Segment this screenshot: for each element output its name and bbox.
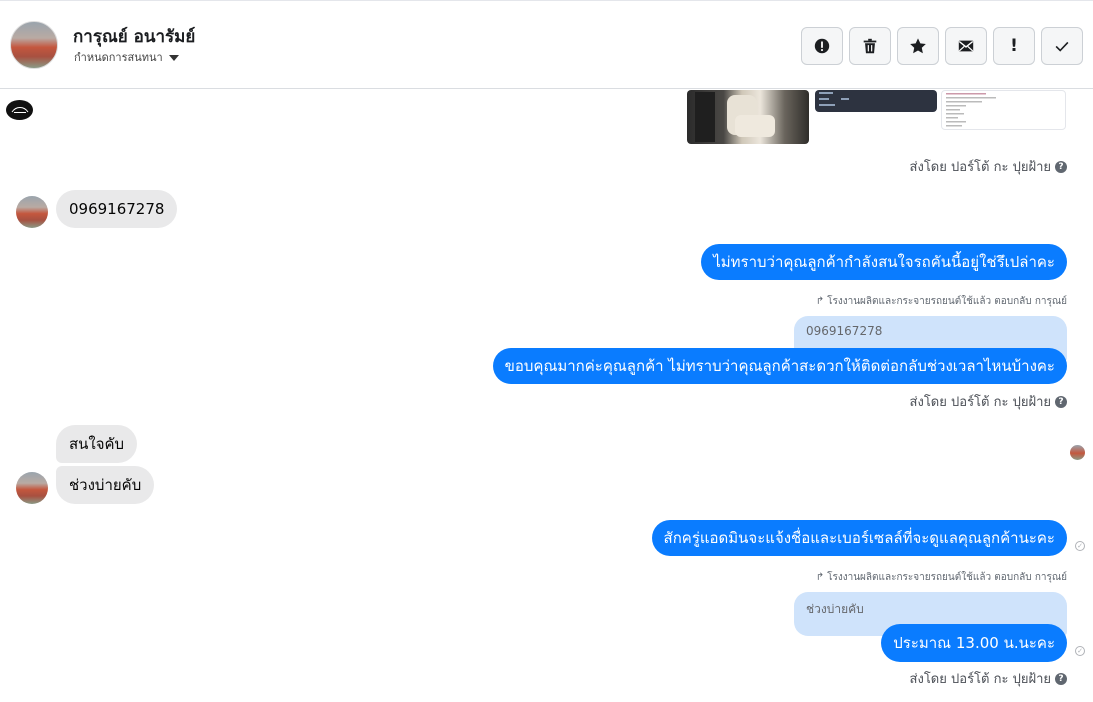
- sent-by-label: ส่งโดย ปอร์โต้ กะ ปุยฝ้าย ?: [910, 156, 1067, 177]
- delivered-check-icon: ✓: [1075, 541, 1085, 551]
- mark-unread-button[interactable]: [945, 27, 987, 65]
- assign-conversation-dropdown[interactable]: กำหนดการสนทนา: [74, 48, 179, 66]
- sent-by-text: ส่งโดย ปอร์โต้ กะ ปุยฝ้าย: [909, 672, 1051, 687]
- outgoing-message[interactable]: ประมาณ 13.00 น.นะคะ: [881, 624, 1067, 662]
- reply-meta: ↱ โรงงานผลิตและกระจายรถยนต์ใช้แล้ว ตอบกล…: [816, 294, 1067, 309]
- alert-circle-icon: [814, 38, 830, 54]
- attachment-document[interactable]: [941, 90, 1066, 130]
- mark-done-button[interactable]: [1041, 27, 1083, 65]
- attachment-screenshot-dark[interactable]: [815, 90, 937, 112]
- sent-by-label: ส่งโดย ปอร์โต้ กะ ปุยฝ้าย ?: [910, 391, 1067, 412]
- incoming-message[interactable]: สนใจคับ: [56, 425, 138, 463]
- page-logo-icon: [6, 100, 33, 120]
- conversation-header: การุณย์ อนารัมย์ กำหนดการสนทนา !: [0, 0, 1093, 89]
- checkmark-icon: [1055, 41, 1069, 52]
- star-button[interactable]: [897, 27, 939, 65]
- exclamation-icon: !: [1010, 36, 1018, 56]
- outgoing-message[interactable]: ไม่ทราบว่าคุณลูกค้ากำลังสนใจรถคันนี้อยู่…: [701, 244, 1067, 280]
- contact-avatar-small[interactable]: [16, 472, 48, 504]
- reply-meta: ↱ โรงงานผลิตและกระจายรถยนต์ใช้แล้ว ตอบกล…: [816, 570, 1067, 585]
- sent-by-text: ส่งโดย ปอร์โต้ กะ ปุยฝ้าย: [909, 160, 1051, 175]
- trash-icon: [863, 38, 877, 54]
- caret-down-icon: [168, 54, 179, 61]
- outgoing-message[interactable]: สักครู่แอดมินจะแจ้งชื่อและเบอร์เซลล์ที่จ…: [651, 520, 1067, 556]
- spec-sheet-image: [819, 92, 849, 106]
- contact-avatar-small[interactable]: [16, 196, 48, 228]
- reply-arrow-icon: ↱: [815, 296, 825, 307]
- sent-by-label: ส่งโดย ปอร์โต้ กะ ปุยฝ้าย ?: [910, 668, 1067, 689]
- help-icon[interactable]: ?: [1055, 160, 1067, 173]
- reply-arrow-icon: ↱: [815, 572, 825, 583]
- help-icon[interactable]: ?: [1055, 672, 1067, 685]
- sent-by-text: ส่งโดย ปอร์โต้ กะ ปุยฝ้าย: [909, 395, 1051, 410]
- report-button[interactable]: [801, 27, 843, 65]
- delete-button[interactable]: [849, 27, 891, 65]
- incoming-message[interactable]: ช่วงบ่ายคับ: [56, 466, 155, 504]
- seen-avatar: [1070, 445, 1085, 460]
- help-icon[interactable]: ?: [1055, 395, 1067, 408]
- attachment-photo-car-seat[interactable]: [687, 90, 809, 144]
- outgoing-message[interactable]: ขอบคุณมากค่ะคุณลูกค้า ไม่ทราบว่าคุณลูกค้…: [492, 348, 1067, 384]
- assign-label: กำหนดการสนทนา: [74, 51, 163, 64]
- car-seat-image: [695, 92, 775, 142]
- incoming-message[interactable]: 0969167278: [56, 190, 178, 228]
- reply-meta-text: โรงงานผลิตและกระจายรถยนต์ใช้แล้ว ตอบกลับ…: [827, 572, 1067, 583]
- contact-avatar[interactable]: [10, 21, 58, 69]
- envelope-icon: [958, 40, 974, 52]
- follow-up-button[interactable]: !: [993, 27, 1035, 65]
- contact-name[interactable]: การุณย์ อนารัมย์: [73, 23, 195, 50]
- reply-meta-text: โรงงานผลิตและกระจายรถยนต์ใช้แล้ว ตอบกลับ…: [827, 296, 1067, 307]
- star-icon: [910, 38, 926, 54]
- delivered-check-icon: ✓: [1075, 646, 1085, 656]
- document-text-image: [946, 93, 996, 127]
